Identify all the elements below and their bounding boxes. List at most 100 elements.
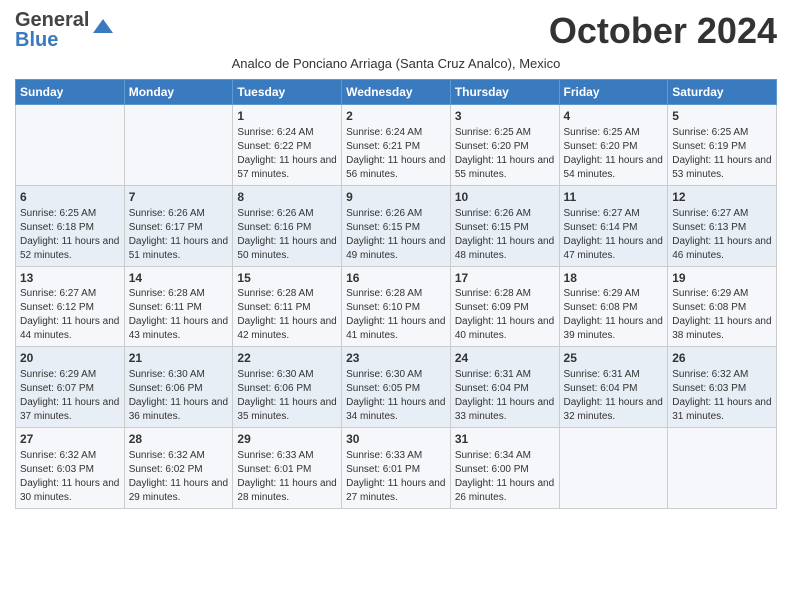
day-info: Daylight: 11 hours and 39 minutes. (564, 315, 664, 343)
day-number: 6 (20, 189, 120, 206)
day-info: Sunrise: 6:29 AM (564, 287, 664, 301)
day-number: 29 (237, 431, 337, 448)
day-cell: 23Sunrise: 6:30 AMSunset: 6:05 PMDayligh… (342, 347, 451, 428)
day-info: Sunrise: 6:25 AM (20, 207, 120, 221)
day-info: Daylight: 11 hours and 53 minutes. (672, 154, 772, 182)
day-number: 25 (564, 350, 664, 367)
day-number: 13 (20, 270, 120, 287)
day-number: 23 (346, 350, 446, 367)
day-number: 10 (455, 189, 555, 206)
day-number: 28 (129, 431, 229, 448)
header-day-wednesday: Wednesday (342, 80, 451, 105)
day-cell (16, 105, 125, 186)
day-info: Sunrise: 6:27 AM (20, 287, 120, 301)
day-cell: 2Sunrise: 6:24 AMSunset: 6:21 PMDaylight… (342, 105, 451, 186)
week-row-1: 1Sunrise: 6:24 AMSunset: 6:22 PMDaylight… (16, 105, 777, 186)
day-info: Daylight: 11 hours and 43 minutes. (129, 315, 229, 343)
day-cell: 10Sunrise: 6:26 AMSunset: 6:15 PMDayligh… (450, 185, 559, 266)
day-cell (124, 105, 233, 186)
day-info: Daylight: 11 hours and 51 minutes. (129, 235, 229, 263)
day-cell: 20Sunrise: 6:29 AMSunset: 6:07 PMDayligh… (16, 347, 125, 428)
day-cell: 22Sunrise: 6:30 AMSunset: 6:06 PMDayligh… (233, 347, 342, 428)
day-info: Sunrise: 6:26 AM (237, 207, 337, 221)
day-number: 24 (455, 350, 555, 367)
day-info: Daylight: 11 hours and 38 minutes. (672, 315, 772, 343)
day-info: Daylight: 11 hours and 36 minutes. (129, 396, 229, 424)
day-cell: 5Sunrise: 6:25 AMSunset: 6:19 PMDaylight… (668, 105, 777, 186)
day-number: 14 (129, 270, 229, 287)
day-cell: 3Sunrise: 6:25 AMSunset: 6:20 PMDaylight… (450, 105, 559, 186)
day-info: Sunset: 6:16 PM (237, 221, 337, 235)
day-cell: 21Sunrise: 6:30 AMSunset: 6:06 PMDayligh… (124, 347, 233, 428)
day-info: Daylight: 11 hours and 34 minutes. (346, 396, 446, 424)
week-row-5: 27Sunrise: 6:32 AMSunset: 6:03 PMDayligh… (16, 428, 777, 509)
day-info: Sunrise: 6:32 AM (20, 449, 120, 463)
day-info: Sunrise: 6:25 AM (564, 126, 664, 140)
day-cell: 16Sunrise: 6:28 AMSunset: 6:10 PMDayligh… (342, 266, 451, 347)
day-number: 16 (346, 270, 446, 287)
day-info: Daylight: 11 hours and 29 minutes. (129, 477, 229, 505)
header-day-monday: Monday (124, 80, 233, 105)
day-number: 11 (564, 189, 664, 206)
day-info: Sunset: 6:15 PM (346, 221, 446, 235)
day-info: Sunset: 6:03 PM (20, 463, 120, 477)
day-cell: 13Sunrise: 6:27 AMSunset: 6:12 PMDayligh… (16, 266, 125, 347)
day-cell: 28Sunrise: 6:32 AMSunset: 6:02 PMDayligh… (124, 428, 233, 509)
day-info: Daylight: 11 hours and 55 minutes. (455, 154, 555, 182)
calendar-table: SundayMondayTuesdayWednesdayThursdayFrid… (15, 79, 777, 509)
day-info: Daylight: 11 hours and 48 minutes. (455, 235, 555, 263)
day-info: Sunset: 6:20 PM (564, 140, 664, 154)
day-number: 12 (672, 189, 772, 206)
day-info: Sunset: 6:07 PM (20, 382, 120, 396)
day-info: Sunrise: 6:26 AM (346, 207, 446, 221)
day-info: Daylight: 11 hours and 41 minutes. (346, 315, 446, 343)
day-info: Sunset: 6:14 PM (564, 221, 664, 235)
day-info: Sunrise: 6:34 AM (455, 449, 555, 463)
day-number: 9 (346, 189, 446, 206)
day-number: 19 (672, 270, 772, 287)
day-info: Sunrise: 6:24 AM (346, 126, 446, 140)
day-info: Sunset: 6:03 PM (672, 382, 772, 396)
day-info: Sunrise: 6:30 AM (237, 368, 337, 382)
day-info: Sunset: 6:11 PM (129, 301, 229, 315)
day-info: Sunset: 6:13 PM (672, 221, 772, 235)
day-cell (668, 428, 777, 509)
day-info: Sunrise: 6:26 AM (129, 207, 229, 221)
day-cell: 11Sunrise: 6:27 AMSunset: 6:14 PMDayligh… (559, 185, 668, 266)
day-cell: 12Sunrise: 6:27 AMSunset: 6:13 PMDayligh… (668, 185, 777, 266)
day-cell: 29Sunrise: 6:33 AMSunset: 6:01 PMDayligh… (233, 428, 342, 509)
day-info: Sunrise: 6:29 AM (20, 368, 120, 382)
day-cell: 14Sunrise: 6:28 AMSunset: 6:11 PMDayligh… (124, 266, 233, 347)
day-info: Sunset: 6:09 PM (455, 301, 555, 315)
day-info: Daylight: 11 hours and 30 minutes. (20, 477, 120, 505)
day-cell: 24Sunrise: 6:31 AMSunset: 6:04 PMDayligh… (450, 347, 559, 428)
day-info: Daylight: 11 hours and 40 minutes. (455, 315, 555, 343)
day-info: Daylight: 11 hours and 27 minutes. (346, 477, 446, 505)
header-day-friday: Friday (559, 80, 668, 105)
day-info: Sunset: 6:20 PM (455, 140, 555, 154)
logo-general: General (15, 10, 89, 30)
day-cell: 26Sunrise: 6:32 AMSunset: 6:03 PMDayligh… (668, 347, 777, 428)
logo-icon (93, 19, 113, 33)
day-number: 1 (237, 108, 337, 125)
day-info: Daylight: 11 hours and 57 minutes. (237, 154, 337, 182)
day-info: Daylight: 11 hours and 50 minutes. (237, 235, 337, 263)
day-info: Daylight: 11 hours and 28 minutes. (237, 477, 337, 505)
day-cell: 9Sunrise: 6:26 AMSunset: 6:15 PMDaylight… (342, 185, 451, 266)
day-info: Sunrise: 6:29 AM (672, 287, 772, 301)
day-info: Sunrise: 6:31 AM (455, 368, 555, 382)
subtitle: Analco de Ponciano Arriaga (Santa Cruz A… (15, 56, 777, 71)
header-day-tuesday: Tuesday (233, 80, 342, 105)
logo-blue: Blue (15, 30, 89, 50)
day-info: Daylight: 11 hours and 49 minutes. (346, 235, 446, 263)
day-number: 5 (672, 108, 772, 125)
day-number: 18 (564, 270, 664, 287)
days-header-row: SundayMondayTuesdayWednesdayThursdayFrid… (16, 80, 777, 105)
day-info: Sunrise: 6:32 AM (672, 368, 772, 382)
day-info: Sunrise: 6:25 AM (455, 126, 555, 140)
day-number: 2 (346, 108, 446, 125)
header-day-sunday: Sunday (16, 80, 125, 105)
day-info: Daylight: 11 hours and 32 minutes. (564, 396, 664, 424)
day-info: Daylight: 11 hours and 42 minutes. (237, 315, 337, 343)
day-cell: 7Sunrise: 6:26 AMSunset: 6:17 PMDaylight… (124, 185, 233, 266)
